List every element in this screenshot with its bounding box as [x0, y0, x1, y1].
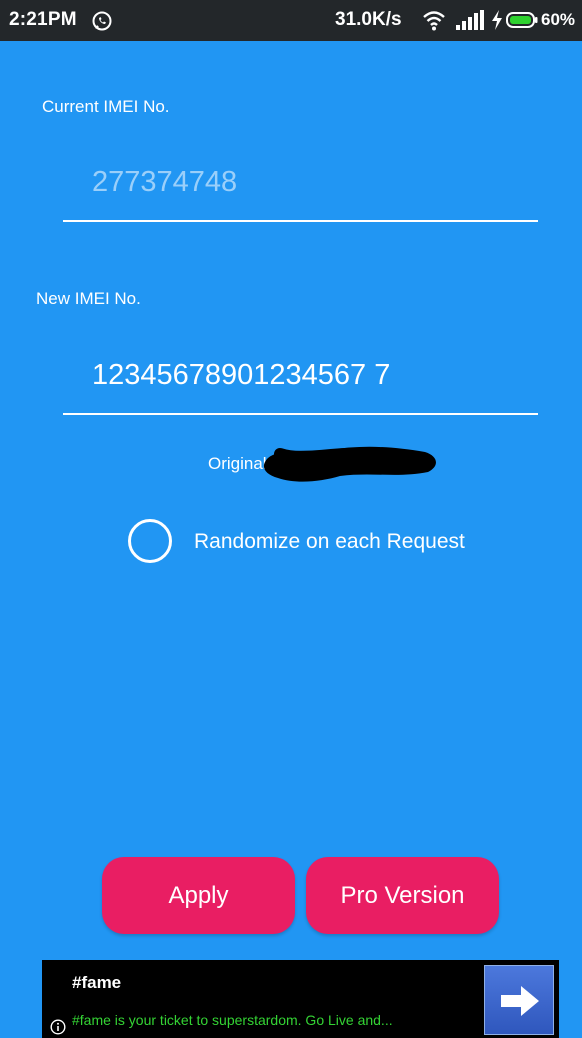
ad-arrow-button[interactable] [484, 965, 554, 1035]
pro-version-button[interactable]: Pro Version [306, 857, 499, 934]
main-panel: Current IMEI No. New IMEI No. Original :… [0, 41, 582, 1038]
apply-button[interactable]: Apply [102, 857, 295, 934]
redaction-scribble [263, 446, 436, 482]
ad-banner[interactable]: #fame #fame is your ticket to superstard… [42, 960, 559, 1038]
status-time: 2:21PM [9, 9, 77, 30]
ad-description: #fame is your ticket to superstardom. Go… [72, 1012, 393, 1028]
current-imei-field[interactable] [63, 150, 538, 222]
randomize-radio[interactable] [128, 519, 172, 563]
network-speed: 31.0K/s [335, 9, 402, 30]
battery-percent: 60% [541, 10, 576, 29]
whatsapp-icon [92, 11, 112, 31]
randomize-label[interactable]: Randomize on each Request [194, 530, 465, 554]
signal-icon [456, 10, 484, 30]
current-imei-label: Current IMEI No. [42, 97, 170, 116]
arrow-right-icon [501, 986, 539, 1016]
ad-title: #fame [72, 973, 122, 992]
new-imei-label: New IMEI No. [36, 289, 141, 308]
wifi-icon [423, 11, 445, 31]
status-bar: 2:21PM 31.0K/s 60% [0, 0, 582, 41]
battery-icon [506, 12, 538, 28]
info-icon[interactable] [50, 1019, 66, 1035]
new-imei-field[interactable] [63, 343, 538, 415]
charging-bolt-icon [492, 10, 502, 30]
